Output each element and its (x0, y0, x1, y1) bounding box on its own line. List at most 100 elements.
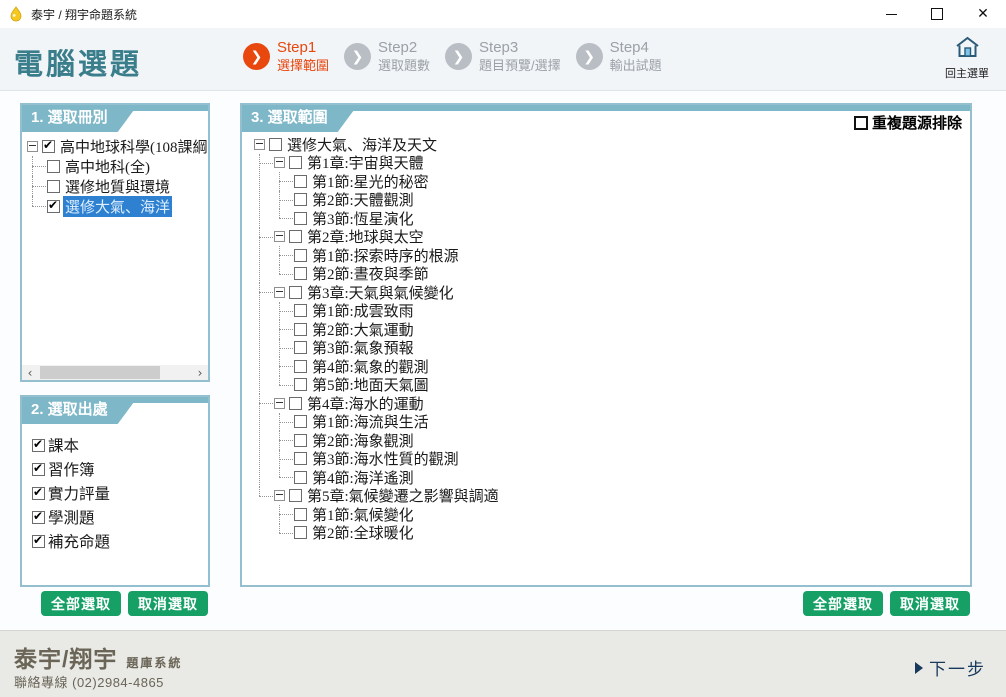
close-button[interactable]: ✕ (960, 1, 1006, 28)
tree-checkbox[interactable] (294, 249, 307, 262)
tree-checkbox[interactable] (42, 140, 55, 153)
scrollbar-track[interactable] (38, 365, 192, 380)
tree-checkbox[interactable] (294, 471, 307, 484)
source-option[interactable]: 實力評量 (32, 481, 110, 505)
tree-item[interactable]: 第1節:星光的秘密 (294, 172, 966, 191)
tree-item[interactable]: 第4節:氣象的觀測 (294, 357, 966, 376)
source-option[interactable]: 學測題 (32, 505, 110, 529)
tree-item[interactable]: 第3節:恆星演化 (294, 209, 966, 228)
tree-item[interactable]: 高中地科(全) (47, 156, 207, 176)
scroll-right-icon[interactable] (192, 365, 208, 380)
tree-checkbox[interactable] (294, 508, 307, 521)
tree-checkbox[interactable] (294, 452, 307, 465)
next-step-button[interactable]: 下一步 (915, 655, 986, 680)
source-checkbox[interactable] (32, 439, 45, 452)
tree-item[interactable]: 第5節:地面天氣圖 (294, 376, 966, 395)
tree-checkbox[interactable] (269, 138, 282, 151)
tree-checkbox[interactable] (294, 360, 307, 373)
tree-checkbox[interactable] (294, 323, 307, 336)
tree-checkbox[interactable] (47, 160, 60, 173)
tree-item-label[interactable]: 高中地球科學(108課綱) (58, 136, 207, 157)
home-button[interactable]: 回主選單 (938, 35, 996, 81)
tree-checkbox[interactable] (47, 200, 60, 213)
tree-item[interactable]: 第2章:地球與太空 (274, 228, 966, 247)
tree-checkbox[interactable] (294, 175, 307, 188)
tree-checkbox[interactable] (47, 180, 60, 193)
brand-line: 泰宇/翔宇 題庫系統 (14, 640, 182, 674)
tree-item[interactable]: 第1節:探索時序的根源 (294, 246, 966, 265)
tree-checkbox[interactable] (294, 434, 307, 447)
tree-item[interactable]: 第3節:氣象預報 (294, 339, 966, 358)
tree-item-label[interactable]: 高中地科(全) (63, 156, 152, 177)
dedupe-option[interactable]: 重複題源排除 (854, 112, 962, 133)
chevron-right-circle-icon (445, 43, 472, 70)
tree-checkbox[interactable] (289, 230, 302, 243)
tree-item[interactable]: 第2節:海象觀測 (294, 431, 966, 450)
tree-checkbox[interactable] (294, 526, 307, 539)
tree-item[interactable]: 第3章:天氣與氣候變化 (274, 283, 966, 302)
tree-checkbox[interactable] (294, 341, 307, 354)
source-option[interactable]: 習作簿 (32, 457, 110, 481)
step-step2[interactable]: Step2選取題數 (344, 39, 430, 74)
tree-checkbox[interactable] (294, 212, 307, 225)
source-option[interactable]: 補充命題 (32, 529, 110, 553)
collapse-toggle-icon[interactable] (274, 231, 285, 242)
tree-item[interactable]: 第2節:大氣運動 (294, 320, 966, 339)
tree-item[interactable]: 第1章:宇宙與天體 (274, 154, 966, 173)
steps: Step1選擇範圍 Step2選取題數 Step3題目預覽/選擇 Step4輸出試題 (243, 39, 662, 74)
source-checkbox[interactable] (32, 487, 45, 500)
tree-item[interactable]: 第1節:海流與生活 (294, 413, 966, 432)
tree-item[interactable]: 第2節:晝夜與季節 (294, 265, 966, 284)
tree-checkbox[interactable] (294, 267, 307, 280)
select-all-button-left[interactable]: 全部選取 (41, 591, 121, 616)
minimize-button[interactable] (868, 1, 914, 28)
collapse-toggle-icon[interactable] (27, 141, 38, 152)
tree-item[interactable]: 選修大氣、海洋 (47, 196, 207, 216)
step-step1[interactable]: Step1選擇範圍 (243, 39, 329, 74)
collapse-toggle-icon[interactable] (274, 490, 285, 501)
panel3-title: 3. 選取範圍 (242, 105, 358, 132)
source-checkbox[interactable] (32, 535, 45, 548)
step-step4[interactable]: Step4輸出試題 (576, 39, 662, 74)
horizontal-scrollbar[interactable] (22, 365, 208, 380)
tree-item[interactable]: 選修大氣、海洋及天文 (254, 135, 966, 154)
tree-item[interactable]: 第2節:天體觀測 (294, 191, 966, 210)
source-checkbox[interactable] (32, 511, 45, 524)
tree-checkbox[interactable] (289, 156, 302, 169)
tree-item[interactable]: 第1節:氣候變化 (294, 505, 966, 524)
deselect-all-button-right[interactable]: 取消選取 (890, 591, 970, 616)
tree-item-label[interactable]: 選修大氣、海洋 (63, 196, 172, 217)
collapse-toggle-icon[interactable] (274, 398, 285, 409)
scrollbar-thumb[interactable] (40, 366, 160, 379)
tree-item[interactable]: 第4章:海水的運動 (274, 394, 966, 413)
tree-item[interactable]: 高中地球科學(108課綱) (27, 136, 207, 156)
tree-checkbox[interactable] (289, 286, 302, 299)
scroll-left-icon[interactable] (22, 365, 38, 380)
step-step3[interactable]: Step3題目預覽/選擇 (445, 39, 561, 74)
tree-checkbox[interactable] (294, 415, 307, 428)
tree-item[interactable]: 選修地質與環境 (47, 176, 207, 196)
collapse-toggle-icon[interactable] (274, 287, 285, 298)
tree-checkbox[interactable] (294, 193, 307, 206)
select-all-button-right[interactable]: 全部選取 (803, 591, 883, 616)
maximize-button[interactable] (914, 1, 960, 28)
deselect-all-button-left[interactable]: 取消選取 (128, 591, 208, 616)
collapse-toggle-icon[interactable] (254, 139, 265, 150)
tree-checkbox[interactable] (294, 378, 307, 391)
tree-checkbox[interactable] (289, 397, 302, 410)
source-checkbox[interactable] (32, 463, 45, 476)
tree-item-label[interactable]: 選修地質與環境 (63, 176, 172, 197)
source-option[interactable]: 課本 (32, 433, 110, 457)
tree-item[interactable]: 第5章:氣候變遷之影響與調適 (274, 487, 966, 506)
tree-item-label[interactable]: 第2節:全球暖化 (310, 522, 416, 543)
source-label: 實力評量 (48, 482, 110, 504)
tree-checkbox[interactable] (294, 304, 307, 317)
tree-checkbox[interactable] (289, 489, 302, 502)
dedupe-checkbox[interactable] (854, 116, 868, 130)
tree-item[interactable]: 第2節:全球暖化 (294, 524, 966, 543)
source-label: 補充命題 (48, 530, 110, 552)
tree-item[interactable]: 第4節:海洋遙測 (294, 468, 966, 487)
tree-item[interactable]: 第3節:海水性質的觀測 (294, 450, 966, 469)
tree-item[interactable]: 第1節:成雲致雨 (294, 302, 966, 321)
collapse-toggle-icon[interactable] (274, 157, 285, 168)
